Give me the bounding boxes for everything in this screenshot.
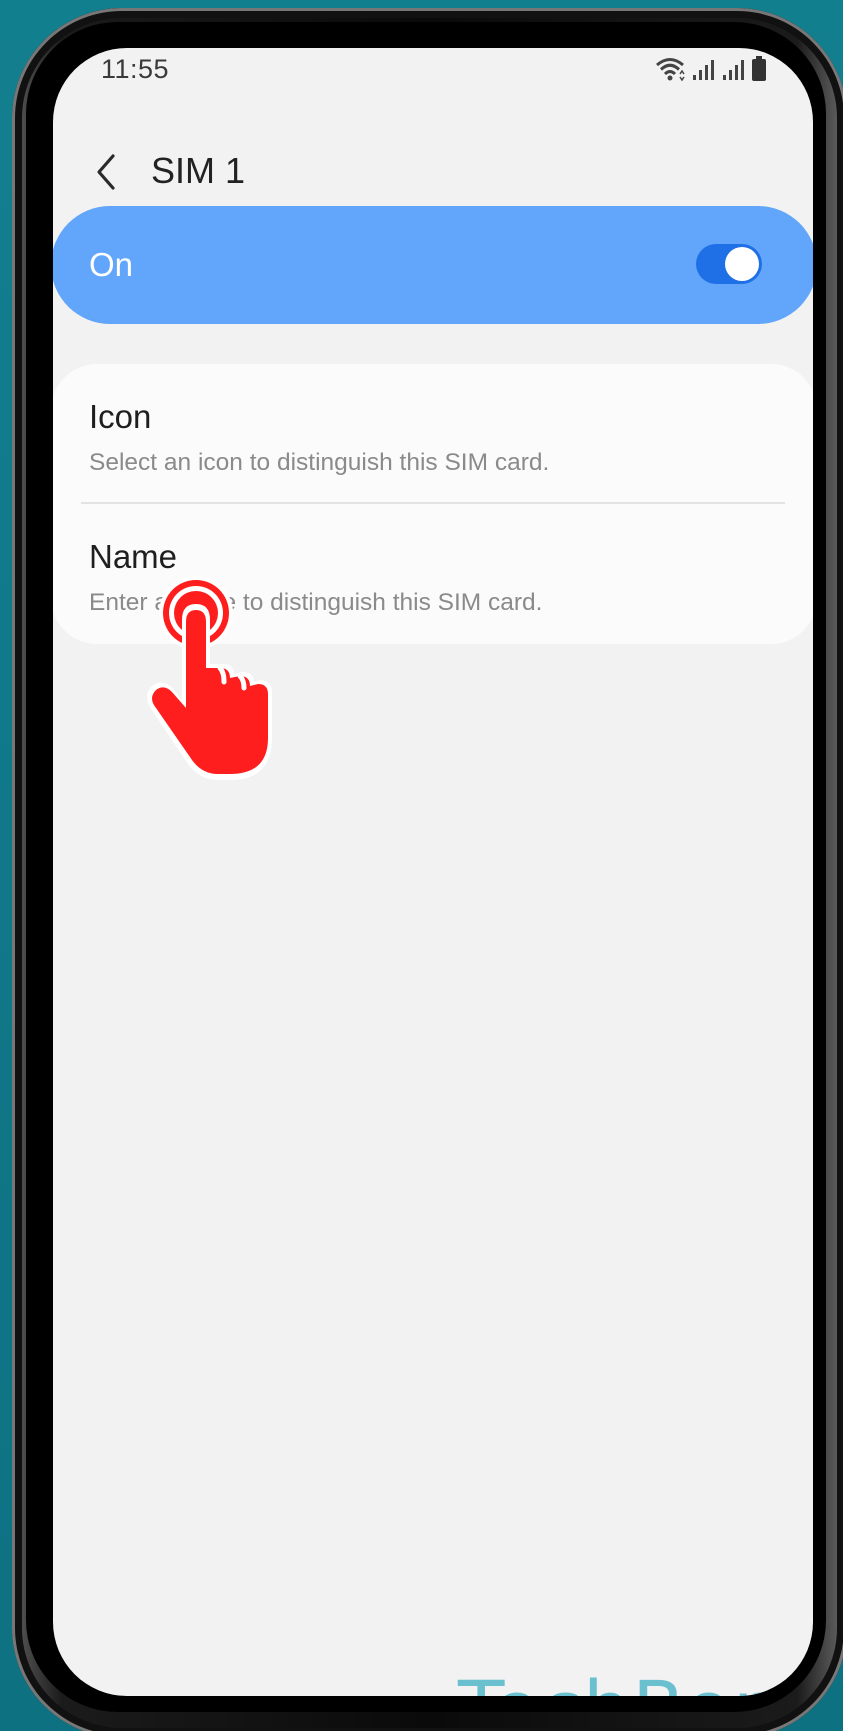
settings-item-subtitle: Enter a name to distinguish this SIM car… [89, 589, 543, 616]
video-frame: 11:55 SIM 1 On Icon Select an icon to di… [0, 0, 843, 1731]
techbone-watermark: TechBone [458, 1664, 813, 1696]
settings-item-name[interactable]: Name Enter a name to distinguish this SI… [53, 504, 813, 642]
settings-item-title: Name [89, 538, 178, 575]
settings-item-icon[interactable]: Icon Select an icon to distinguish this … [53, 364, 813, 502]
battery-icon [752, 56, 766, 81]
app-header: SIM 1 [53, 136, 813, 216]
settings-card: Icon Select an icon to distinguish this … [53, 364, 813, 644]
settings-item-subtitle: Select an icon to distinguish this SIM c… [89, 449, 550, 476]
page-title: SIM 1 [151, 150, 246, 191]
toggle-knob [725, 247, 759, 281]
signal-icon [723, 60, 744, 80]
status-icons [655, 54, 767, 82]
phone-screen: 11:55 SIM 1 On Icon Select an icon to di… [53, 48, 813, 1696]
sim-master-switch[interactable]: On [53, 206, 813, 324]
back-button[interactable] [81, 144, 131, 200]
status-bar: 11:55 [53, 48, 813, 98]
wifi-icon [656, 58, 685, 82]
sim-toggle[interactable] [696, 244, 762, 284]
status-time: 11:55 [101, 54, 170, 84]
signal-icon [693, 60, 714, 80]
chevron-left-icon [97, 154, 115, 190]
master-switch-label: On [89, 246, 134, 283]
settings-item-title: Icon [89, 398, 152, 435]
